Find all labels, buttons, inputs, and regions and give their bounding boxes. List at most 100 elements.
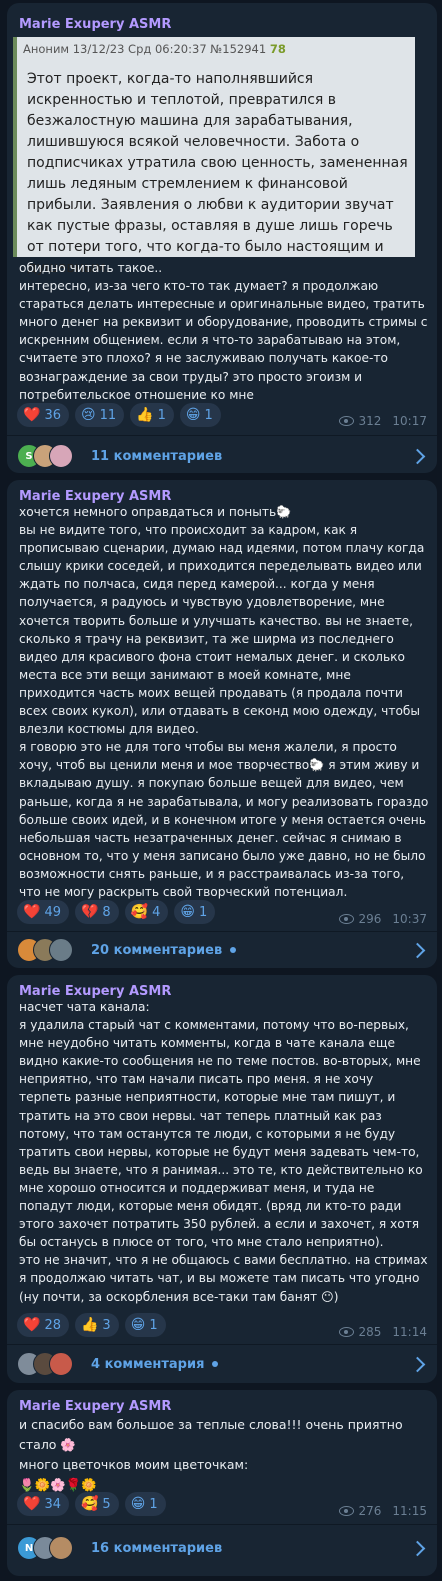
reaction-count: 1 [204, 407, 213, 423]
reaction-emoji: ❤️ [23, 1317, 41, 1333]
post-text: обидно читать такое.. интересно, из-за ч… [19, 261, 428, 402]
avatar [49, 444, 73, 468]
view-count: 276 [358, 1504, 382, 1518]
reaction-count: 1 [199, 904, 208, 920]
reaction-grin[interactable]: 😁 1 [124, 1313, 166, 1337]
comments-count: 20 комментариев [91, 942, 237, 958]
reaction-thumbs-up[interactable]: 👍 1 [130, 403, 174, 427]
channel-post: Marie Exupery ASMR хочется немного оправ… [7, 480, 437, 968]
channel-post: Marie Exupery ASMR Аноним 13/12/23 Срд 0… [7, 3, 437, 473]
reaction-emoji: 😁 [130, 1317, 146, 1333]
comments-button[interactable]: 20 комментариев [7, 932, 437, 968]
post-author[interactable]: Marie Exupery ASMR [19, 489, 171, 504]
reaction-heart[interactable]: ❤️ 49 [17, 900, 69, 924]
chevron-right-icon [409, 1356, 426, 1372]
reactions-bar: ❤️ 36 😢 11 👍 1 😁 1 [17, 403, 221, 429]
reaction-count: 8 [102, 904, 111, 920]
post-author[interactable]: Marie Exupery ASMR [19, 1399, 171, 1414]
reaction-count: 4 [152, 904, 161, 920]
eye-icon [338, 1506, 354, 1516]
quote-rating: 78 [269, 42, 286, 56]
post-text: хочется немного оправдаться и поныть🐑 вы… [19, 505, 429, 899]
reaction-count: 1 [149, 1496, 158, 1512]
channel-post: Marie Exupery ASMR насчет чата канала: я… [7, 975, 437, 1383]
reaction-love-face[interactable]: 🥰 4 [124, 900, 169, 924]
chevron-right-icon [409, 448, 426, 464]
quoted-post: Аноним 13/12/23 Срд 06:20:37 №152941 78 … [13, 37, 415, 276]
comments-button[interactable]: N 16 комментариев [7, 1526, 437, 1570]
reaction-emoji: ❤️ [23, 407, 41, 423]
reaction-emoji: ❤️ [23, 1496, 41, 1512]
reaction-grin[interactable]: 😁 1 [174, 900, 216, 924]
reaction-emoji: 👍 [80, 1317, 99, 1333]
eye-icon [338, 416, 354, 426]
unread-dot [230, 947, 237, 953]
reaction-emoji: 😁 [180, 904, 196, 920]
reaction-count: 28 [44, 1317, 61, 1333]
quote-text: Этот проект, когда-то наполнявшийся искр… [27, 71, 408, 276]
view-count: 285 [358, 1325, 382, 1339]
reaction-heart[interactable]: ❤️ 36 [17, 403, 69, 427]
post-meta: 296 10:37 [338, 912, 427, 926]
post-meta: 285 11:14 [338, 1325, 427, 1339]
post-text: насчет чата канала: я удалила старый чат… [19, 1000, 428, 1304]
reaction-emoji: 😁 [185, 407, 201, 423]
post-time: 10:37 [392, 912, 427, 926]
avatar [49, 1352, 73, 1376]
reaction-count: 1 [149, 1317, 158, 1333]
commenter-avatars: N [17, 1536, 83, 1560]
comments-label: 20 комментариев [91, 942, 223, 958]
reaction-count: 34 [44, 1496, 61, 1512]
comments-button[interactable]: 4 комментария [7, 1345, 437, 1383]
comments-count: 11 комментариев [91, 448, 223, 464]
reaction-count: 5 [102, 1496, 111, 1512]
reaction-cry[interactable]: 😢 11 [74, 403, 125, 427]
avatar [49, 938, 73, 962]
commenter-avatars [17, 1352, 83, 1376]
reaction-emoji: 🥰 [130, 904, 149, 920]
reaction-emoji: 🥰 [80, 1496, 99, 1512]
chevron-right-icon [409, 1540, 426, 1556]
reaction-count: 3 [102, 1317, 111, 1333]
divider [7, 1524, 437, 1525]
post-author[interactable]: Marie Exupery ASMR [19, 984, 171, 999]
quote-header: Аноним 13/12/23 Срд 06:20:37 №152941 [23, 42, 267, 56]
view-count: 296 [358, 912, 382, 926]
reaction-grin[interactable]: 😁 1 [179, 403, 221, 427]
comments-button[interactable]: S 11 комментариев [7, 436, 437, 476]
chevron-right-icon [409, 942, 426, 958]
reaction-emoji: 👍 [136, 407, 154, 423]
reaction-emoji: 💔 [80, 904, 99, 920]
reaction-grin[interactable]: 😁 1 [124, 1492, 166, 1516]
comments-count: 16 комментариев [91, 1540, 223, 1556]
reaction-broken-heart[interactable]: 💔 8 [74, 900, 119, 924]
reactions-bar: ❤️ 28 👍 3 😁 1 [17, 1313, 166, 1339]
reaction-love-face[interactable]: 🥰 5 [74, 1492, 119, 1516]
unread-dot [212, 1361, 219, 1367]
post-time: 11:15 [392, 1504, 427, 1518]
reactions-bar: ❤️ 49 💔 8 🥰 4 😁 1 [17, 900, 216, 926]
reaction-count: 1 [157, 407, 166, 423]
post-author[interactable]: Marie Exupery ASMR [19, 17, 171, 32]
eye-icon [338, 914, 354, 924]
post-text: и спасибо вам большое за теплые слова!!!… [19, 1417, 403, 1492]
reaction-emoji: 😢 [80, 407, 96, 423]
post-meta: 276 11:15 [338, 1504, 427, 1518]
reaction-thumbs-up[interactable]: 👍 3 [74, 1313, 119, 1337]
post-time: 10:17 [392, 414, 427, 428]
quote-meta: Аноним 13/12/23 Срд 06:20:37 №152941 78 [23, 42, 286, 56]
comments-count: 4 комментария [91, 1357, 219, 1372]
reaction-count: 11 [99, 407, 117, 423]
avatar [49, 1536, 73, 1560]
commenter-avatars [17, 938, 83, 962]
reaction-emoji: ❤️ [23, 904, 41, 920]
reaction-emoji: 😁 [130, 1496, 146, 1512]
reaction-heart[interactable]: ❤️ 28 [17, 1313, 69, 1337]
commenter-avatars: S [17, 444, 83, 468]
reaction-heart[interactable]: ❤️ 34 [17, 1492, 69, 1516]
eye-icon [338, 1327, 354, 1337]
view-count: 312 [358, 414, 382, 428]
post-meta: 312 10:17 [338, 414, 427, 428]
reactions-bar: ❤️ 34 🥰 5 😁 1 [17, 1492, 166, 1518]
reaction-count: 49 [44, 904, 61, 920]
